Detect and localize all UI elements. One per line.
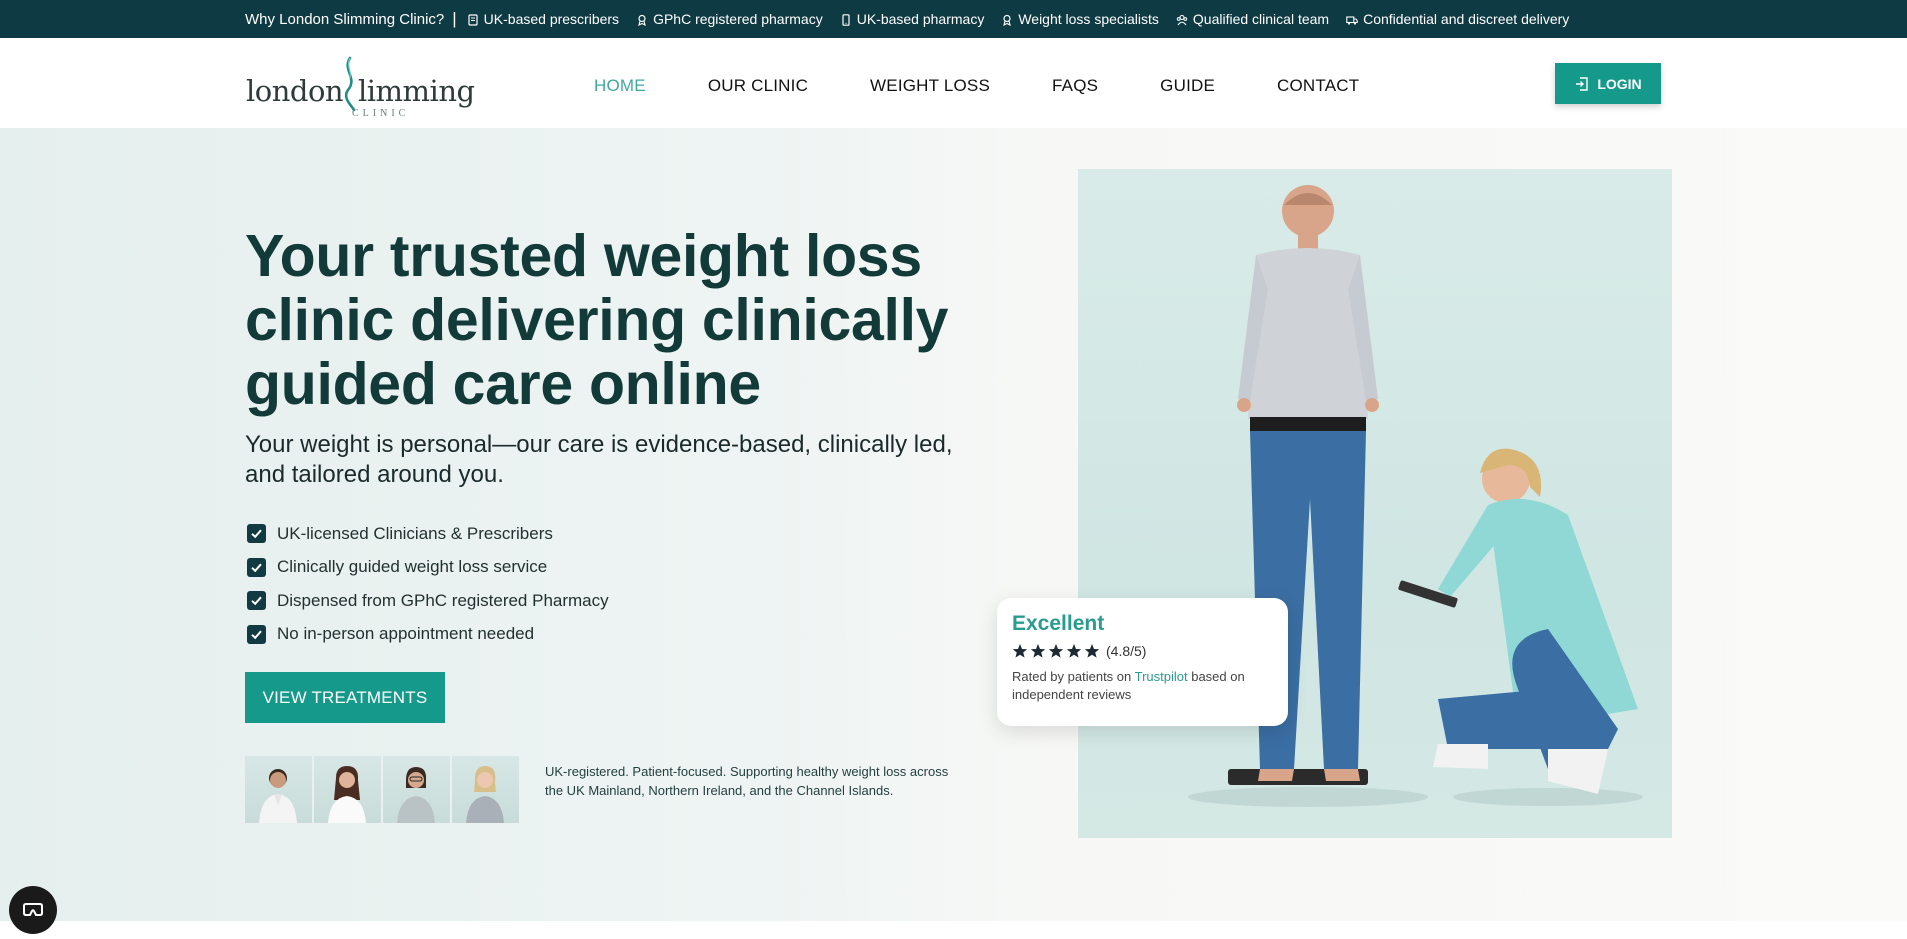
badge-icon: [636, 13, 648, 27]
topbar-item-label: Confidential and discreet delivery: [1363, 11, 1570, 27]
nav-weight-loss[interactable]: WEIGHT LOSS: [870, 76, 990, 96]
team-member-photo: [245, 756, 312, 823]
login-label: LOGIN: [1597, 75, 1642, 92]
site-header: london limming CLINIC HOME OUR CLINIC WE…: [0, 38, 1907, 128]
checklist-label: Clinically guided weight loss service: [277, 557, 548, 577]
topbar-item-label: Qualified clinical team: [1192, 11, 1330, 27]
logo-word-london: london: [246, 74, 344, 108]
review-score: (4.8/5): [1106, 643, 1147, 659]
accessibility-icon: [23, 903, 43, 916]
checklist-label: UK-licensed Clinicians & Prescribers: [277, 523, 553, 543]
nav-home[interactable]: HOME: [594, 76, 646, 96]
accessibility-button[interactable]: [9, 886, 57, 934]
star-icon: [1084, 644, 1100, 658]
topbar-item-delivery: Confidential and discreet delivery: [1346, 11, 1569, 27]
team-member-photo: [383, 756, 450, 823]
logo-subtitle: CLINIC: [352, 108, 410, 119]
benefits-checklist: UK-licensed Clinicians & Prescribers Cli…: [247, 517, 609, 651]
team-icon: [1176, 13, 1188, 26]
star-icon: [1030, 644, 1046, 658]
phone-icon: [840, 13, 852, 26]
page-bottom-strip: [0, 921, 1907, 939]
topbar-item-gphc: GPhC registered pharmacy: [636, 11, 823, 27]
truck-icon: [1346, 13, 1358, 25]
topbar-item-specialists: Weight loss specialists: [1001, 11, 1159, 27]
hero-image: [1078, 169, 1672, 838]
review-card: Excellent (4.8/5) Rated by patients on T…: [997, 598, 1288, 726]
topbar-item-label: Weight loss specialists: [1018, 11, 1159, 27]
hero-section: Your trusted weight loss clinic deliveri…: [0, 128, 1907, 921]
checklist-label: Dispensed from GPhC registered Pharmacy: [277, 590, 609, 610]
star-icon: [1066, 644, 1082, 658]
list-item: Dispensed from GPhC registered Pharmacy: [247, 584, 609, 618]
logo-word-slimming: limming: [358, 74, 475, 108]
review-text: Rated by patients on Trustpilot based on…: [1012, 668, 1273, 704]
view-treatments-button[interactable]: VIEW TREATMENTS: [245, 672, 445, 723]
team-note: UK-registered. Patient-focused. Supporti…: [545, 764, 949, 798]
review-text-before: Rated by patients on: [1012, 669, 1135, 684]
checkbox-icon: [247, 557, 266, 577]
checklist-label: No in-person appointment needed: [277, 624, 535, 644]
nav-guide[interactable]: GUIDE: [1160, 76, 1215, 96]
star-icon: [1012, 644, 1028, 658]
badge-icon: [1001, 13, 1013, 27]
team-member-photo: [314, 756, 381, 823]
separator: |: [452, 9, 457, 28]
checkbox-icon: [247, 624, 266, 644]
team-photos: [245, 756, 521, 823]
document-icon: [467, 13, 479, 26]
login-icon: [1576, 76, 1589, 91]
nav-faqs[interactable]: FAQS: [1052, 76, 1098, 96]
topbar-item-label: UK-based pharmacy: [856, 11, 985, 27]
why-label: Why London Slimming Clinic?: [245, 10, 445, 28]
nav-contact[interactable]: CONTACT: [1277, 76, 1359, 96]
main-nav: HOME OUR CLINIC WEIGHT LOSS FAQS GUIDE C…: [594, 76, 1421, 96]
hero-subhead: Your weight is personal—our care is evid…: [245, 431, 953, 488]
star-rating: (4.8/5): [1012, 643, 1273, 659]
checkbox-icon: [247, 591, 266, 611]
hero-illustration: [1188, 185, 1643, 807]
team-member-photo: [452, 756, 519, 823]
nav-our-clinic[interactable]: OUR CLINIC: [708, 76, 808, 96]
topbar-item-label: GPhC registered pharmacy: [653, 11, 823, 27]
hero-headline: Your trusted weight loss clinic deliveri…: [245, 223, 949, 417]
topbar-item-label: UK-based prescribers: [483, 11, 620, 27]
logo[interactable]: london limming CLINIC: [246, 48, 475, 119]
list-item: No in-person appointment needed: [247, 618, 609, 652]
review-title: Excellent: [1012, 612, 1105, 635]
trustpilot-link[interactable]: Trustpilot: [1135, 669, 1188, 684]
topbar-item-uk-pharmacy: UK-based pharmacy: [840, 11, 985, 27]
topbar-item-prescribers: UK-based prescribers: [467, 11, 619, 27]
top-info-bar: Why London Slimming Clinic? | UK-based p…: [0, 0, 1907, 38]
list-item: UK-licensed Clinicians & Prescribers: [247, 517, 609, 551]
list-item: Clinically guided weight loss service: [247, 551, 609, 585]
login-button[interactable]: LOGIN: [1555, 63, 1661, 104]
checkbox-icon: [247, 524, 266, 544]
topbar-item-clinical-team: Qualified clinical team: [1176, 11, 1329, 27]
star-icon: [1048, 644, 1064, 658]
